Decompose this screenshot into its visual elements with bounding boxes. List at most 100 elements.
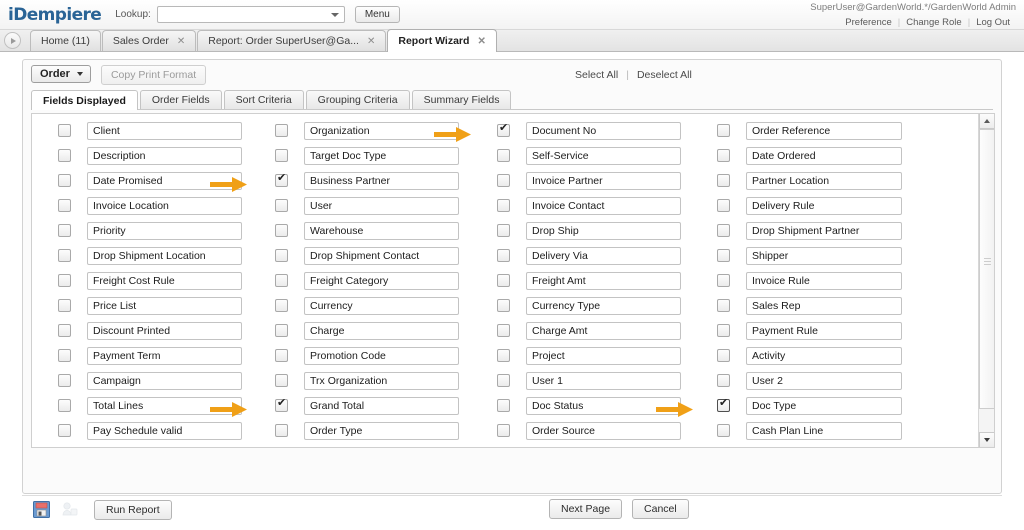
field-label-box[interactable]: Partner Location <box>746 172 902 190</box>
field-label-box[interactable]: Date Ordered <box>746 147 902 165</box>
field-label-box[interactable]: Order Reference <box>746 122 902 140</box>
field-checkbox[interactable] <box>497 424 510 437</box>
field-label-box[interactable]: Order Source <box>526 422 681 440</box>
field-checkbox[interactable] <box>58 399 71 412</box>
field-checkbox[interactable] <box>275 299 288 312</box>
field-checkbox[interactable] <box>275 424 288 437</box>
field-checkbox[interactable] <box>58 274 71 287</box>
field-checkbox[interactable] <box>275 349 288 362</box>
field-label-box[interactable]: Invoice Location <box>87 197 242 215</box>
logout-link[interactable]: Log Out <box>970 17 1016 28</box>
next-page-button[interactable]: Next Page <box>549 499 622 519</box>
scrollbar-thumb[interactable] <box>979 129 995 409</box>
field-label-box[interactable]: User 1 <box>526 372 681 390</box>
field-checkbox[interactable] <box>275 249 288 262</box>
sidebar-expand-button[interactable] <box>4 32 21 49</box>
field-checkbox[interactable] <box>58 324 71 337</box>
field-checkbox[interactable] <box>497 174 510 187</box>
field-label-box[interactable]: Delivery Rule <box>746 197 902 215</box>
field-label-box[interactable]: Target Doc Type <box>304 147 459 165</box>
field-label-box[interactable]: Charge <box>304 322 459 340</box>
change-role-link[interactable]: Change Role <box>900 17 967 28</box>
field-label-box[interactable]: Doc Type <box>746 397 902 415</box>
lookup-combobox[interactable] <box>157 6 345 23</box>
preference-link[interactable]: Preference <box>839 17 897 28</box>
field-checkbox[interactable] <box>497 149 510 162</box>
field-checkbox[interactable] <box>275 199 288 212</box>
field-checkbox[interactable] <box>497 199 510 212</box>
field-checkbox[interactable] <box>717 249 730 262</box>
field-label-box[interactable]: Activity <box>746 347 902 365</box>
field-checkbox[interactable] <box>717 124 730 137</box>
tab-sort-criteria[interactable]: Sort Criteria <box>224 90 304 109</box>
field-checkbox[interactable] <box>58 424 71 437</box>
close-icon[interactable]: ✕ <box>367 36 375 47</box>
window-tab-sales-order[interactable]: Sales Order ✕ <box>102 30 196 51</box>
field-checkbox[interactable] <box>275 324 288 337</box>
field-label-box[interactable]: Organization <box>304 122 459 140</box>
field-label-box[interactable]: Cash Plan Line <box>746 422 902 440</box>
close-icon[interactable]: ✕ <box>177 36 185 47</box>
field-label-box[interactable]: Drop Ship <box>526 222 681 240</box>
field-label-box[interactable]: Order Type <box>304 422 459 440</box>
field-checkbox[interactable] <box>497 349 510 362</box>
field-label-box[interactable]: Drop Shipment Location <box>87 247 242 265</box>
field-label-box[interactable]: Total Lines <box>87 397 242 415</box>
field-checkbox[interactable] <box>717 224 730 237</box>
field-checkbox[interactable] <box>717 349 730 362</box>
field-checkbox[interactable] <box>717 399 730 412</box>
field-checkbox[interactable] <box>717 274 730 287</box>
field-label-box[interactable]: Trx Organization <box>304 372 459 390</box>
field-checkbox[interactable] <box>717 374 730 387</box>
field-label-box[interactable]: Priority <box>87 222 242 240</box>
field-checkbox[interactable] <box>497 299 510 312</box>
field-label-box[interactable]: Doc Status <box>526 397 681 415</box>
field-label-box[interactable]: Drop Shipment Contact <box>304 247 459 265</box>
field-label-box[interactable]: Freight Cost Rule <box>87 272 242 290</box>
field-label-box[interactable]: Promotion Code <box>304 347 459 365</box>
field-label-box[interactable]: Pay Schedule valid <box>87 422 242 440</box>
field-label-box[interactable]: Discount Printed <box>87 322 242 340</box>
field-checkbox[interactable] <box>275 274 288 287</box>
field-checkbox[interactable] <box>58 299 71 312</box>
window-tab-report-order[interactable]: Report: Order SuperUser@Ga... ✕ <box>197 30 386 51</box>
field-checkbox[interactable] <box>497 374 510 387</box>
field-checkbox[interactable] <box>717 199 730 212</box>
field-label-box[interactable]: Invoice Partner <box>526 172 681 190</box>
window-tab-home[interactable]: Home (11) <box>30 30 101 51</box>
field-label-box[interactable]: User <box>304 197 459 215</box>
field-label-box[interactable]: Client <box>87 122 242 140</box>
field-checkbox[interactable] <box>497 249 510 262</box>
tab-summary-fields[interactable]: Summary Fields <box>412 90 512 109</box>
field-label-box[interactable]: Grand Total <box>304 397 459 415</box>
field-label-box[interactable]: Invoice Contact <box>526 197 681 215</box>
field-checkbox[interactable] <box>275 399 288 412</box>
field-label-box[interactable]: Invoice Rule <box>746 272 902 290</box>
field-checkbox[interactable] <box>58 199 71 212</box>
field-checkbox[interactable] <box>58 174 71 187</box>
field-checkbox[interactable] <box>717 424 730 437</box>
tab-order-fields[interactable]: Order Fields <box>140 90 222 109</box>
scroll-down-button[interactable] <box>979 432 995 447</box>
tab-grouping-criteria[interactable]: Grouping Criteria <box>306 90 410 109</box>
scroll-up-button[interactable] <box>979 114 995 129</box>
field-label-box[interactable]: Sales Rep <box>746 297 902 315</box>
field-label-box[interactable]: Shipper <box>746 247 902 265</box>
field-label-box[interactable]: Warehouse <box>304 222 459 240</box>
field-checkbox[interactable] <box>497 324 510 337</box>
field-label-box[interactable]: Freight Category <box>304 272 459 290</box>
field-label-box[interactable]: Document No <box>526 122 681 140</box>
field-label-box[interactable]: Self-Service <box>526 147 681 165</box>
field-checkbox[interactable] <box>275 224 288 237</box>
field-checkbox[interactable] <box>717 174 730 187</box>
field-label-box[interactable]: User 2 <box>746 372 902 390</box>
field-label-box[interactable]: Payment Term <box>87 347 242 365</box>
field-checkbox[interactable] <box>275 149 288 162</box>
deselect-all-link[interactable]: Deselect All <box>637 69 692 81</box>
field-label-box[interactable]: Business Partner <box>304 172 459 190</box>
field-checkbox[interactable] <box>717 299 730 312</box>
field-label-box[interactable]: Freight Amt <box>526 272 681 290</box>
field-label-box[interactable]: Currency Type <box>526 297 681 315</box>
field-checkbox[interactable] <box>275 124 288 137</box>
field-label-box[interactable]: Date Promised <box>87 172 242 190</box>
